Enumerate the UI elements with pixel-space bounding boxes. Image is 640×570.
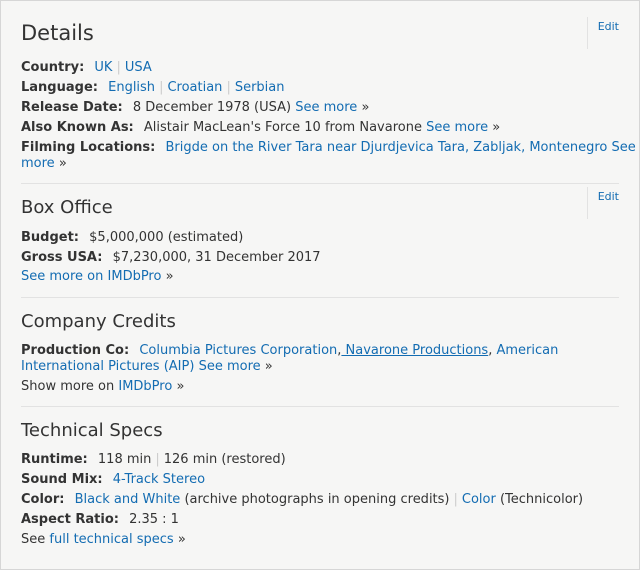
gross-label: Gross USA:	[21, 250, 103, 265]
show-more-text: Show more on	[21, 379, 115, 394]
aspect-ratio-value: 2.35 : 1	[129, 512, 179, 527]
full-specs-row: See full technical specs »	[21, 532, 619, 548]
details-edit-link[interactable]: Edit	[586, 17, 619, 49]
color-label: Color:	[21, 492, 65, 507]
sound-mix-link[interactable]: 4-Track Stereo	[113, 472, 205, 487]
release-date-see-more-link[interactable]: See more	[295, 100, 357, 115]
sound-mix-label: Sound Mix:	[21, 472, 103, 487]
production-co-label: Production Co:	[21, 343, 130, 358]
full-technical-specs-link[interactable]: full technical specs	[49, 532, 173, 547]
release-date-value: 8 December 1978 (USA)	[132, 100, 292, 115]
see-text: See	[21, 532, 46, 547]
runtime-value-1: 118 min	[97, 452, 152, 467]
box-office-edit-link[interactable]: Edit	[586, 187, 619, 219]
company-columbia-link[interactable]: Columbia Pictures Corporation	[139, 343, 337, 358]
sound-mix-row: Sound Mix: 4-Track Stereo	[21, 472, 619, 488]
company-credits-heading: Company Credits	[21, 311, 176, 332]
technical-specs-heading: Technical Specs	[21, 420, 163, 441]
separator: |	[159, 80, 164, 95]
separator: |	[116, 60, 121, 75]
gross-row: Gross USA: $7,230,000, 31 December 2017	[21, 250, 619, 266]
raquo-icon: »	[176, 379, 185, 394]
production-co-row: Production Co: Columbia Pictures Corpora…	[21, 343, 619, 359]
country-row: Country: UK | USA	[21, 60, 619, 76]
separator: |	[226, 80, 231, 95]
details-section: Details Edit Country: UK | USA Language: E…	[21, 17, 636, 172]
color-bw-link[interactable]: Black and White	[75, 492, 181, 507]
box-office-more-row: See more on IMDbPro »	[21, 269, 619, 285]
release-date-row: Release Date: 8 December 1978 (USA) See …	[21, 100, 619, 116]
budget-label: Budget:	[21, 230, 80, 245]
color-color-link[interactable]: Color	[462, 492, 496, 507]
company-navarone-link[interactable]: Navarone Productions	[341, 343, 489, 358]
language-row: Language: English | Croatian | Serbian	[21, 80, 619, 96]
box-office-heading: Box Office	[21, 197, 113, 218]
budget-row: Budget: $5,000,000 (estimated)	[21, 230, 619, 246]
country-usa-link[interactable]: USA	[125, 60, 152, 75]
title-details-panel: Details Edit Country: UK | USA Language: E…	[0, 0, 640, 570]
language-label: Language:	[21, 80, 98, 95]
aka-row: Also Known As: Alistair MacLean's Force …	[21, 120, 619, 136]
runtime-label: Runtime:	[21, 452, 88, 467]
raquo-icon: »	[177, 532, 186, 547]
release-date-label: Release Date:	[21, 100, 123, 115]
gross-value: $7,230,000, 31 December 2017	[112, 250, 321, 265]
technical-specs-section: Technical Specs Runtime: 118 min | 126 min…	[21, 420, 619, 550]
filming-locations-row-cont: more »	[21, 156, 619, 172]
filming-see-more-link-part2[interactable]: more	[21, 156, 55, 171]
filming-locations-row: Filming Locations: Brigde on the River T…	[21, 140, 636, 156]
aka-label: Also Known As:	[21, 120, 134, 135]
raquo-icon: »	[58, 156, 67, 171]
raquo-icon: »	[361, 100, 370, 115]
country-uk-link[interactable]: UK	[94, 60, 112, 75]
box-office-see-more-link[interactable]: See more on IMDbPro	[21, 269, 161, 284]
box-office-section: Box Office Edit Budget: $5,000,000 (esti…	[21, 187, 619, 292]
color-bw-note: (archive photographs in opening credits)	[180, 492, 450, 507]
aka-see-more-link[interactable]: See more	[426, 120, 488, 135]
runtime-value-2: 126 min (restored)	[163, 452, 286, 467]
country-label: Country:	[21, 60, 85, 75]
show-more-imdbpro-link[interactable]: IMDbPro	[118, 379, 172, 394]
divider	[21, 297, 619, 298]
color-row: Color: Black and White (archive photogra…	[21, 492, 619, 508]
comma: ,	[488, 343, 493, 358]
filming-locations-label: Filming Locations:	[21, 140, 156, 155]
company-credits-section: Company Credits Production Co: Columbia …	[21, 311, 619, 396]
production-co-row-cont: International Pictures (AIP) See more »	[21, 359, 619, 375]
company-show-more-row: Show more on IMDbPro »	[21, 379, 619, 395]
aspect-ratio-row: Aspect Ratio: 2.35 : 1	[21, 512, 619, 528]
separator: |	[155, 452, 160, 467]
filming-see-more-link-part1[interactable]: See	[612, 140, 636, 155]
divider	[21, 406, 619, 407]
budget-value: $5,000,000 (estimated)	[89, 230, 244, 245]
raquo-icon: »	[165, 269, 174, 284]
details-heading: Details	[21, 21, 94, 45]
language-serbian-link[interactable]: Serbian	[235, 80, 285, 95]
divider	[21, 183, 619, 184]
raquo-icon: »	[264, 359, 273, 374]
language-croatian-link[interactable]: Croatian	[167, 80, 222, 95]
company-see-more-link[interactable]: See more	[199, 359, 261, 374]
runtime-row: Runtime: 118 min | 126 min (restored)	[21, 452, 619, 468]
aspect-ratio-label: Aspect Ratio:	[21, 512, 119, 527]
aka-value: Alistair MacLean's Force 10 from Navaron…	[143, 120, 422, 135]
filming-location-link[interactable]: Brigde on the River Tara near Djurdjevic…	[166, 140, 608, 155]
company-aip-link-part2[interactable]: International Pictures (AIP)	[21, 359, 194, 374]
raquo-icon: »	[492, 120, 501, 135]
color-color-note: (Technicolor)	[495, 492, 584, 507]
company-aip-link-part1[interactable]: American	[497, 343, 559, 358]
separator: |	[453, 492, 458, 507]
language-english-link[interactable]: English	[108, 80, 155, 95]
